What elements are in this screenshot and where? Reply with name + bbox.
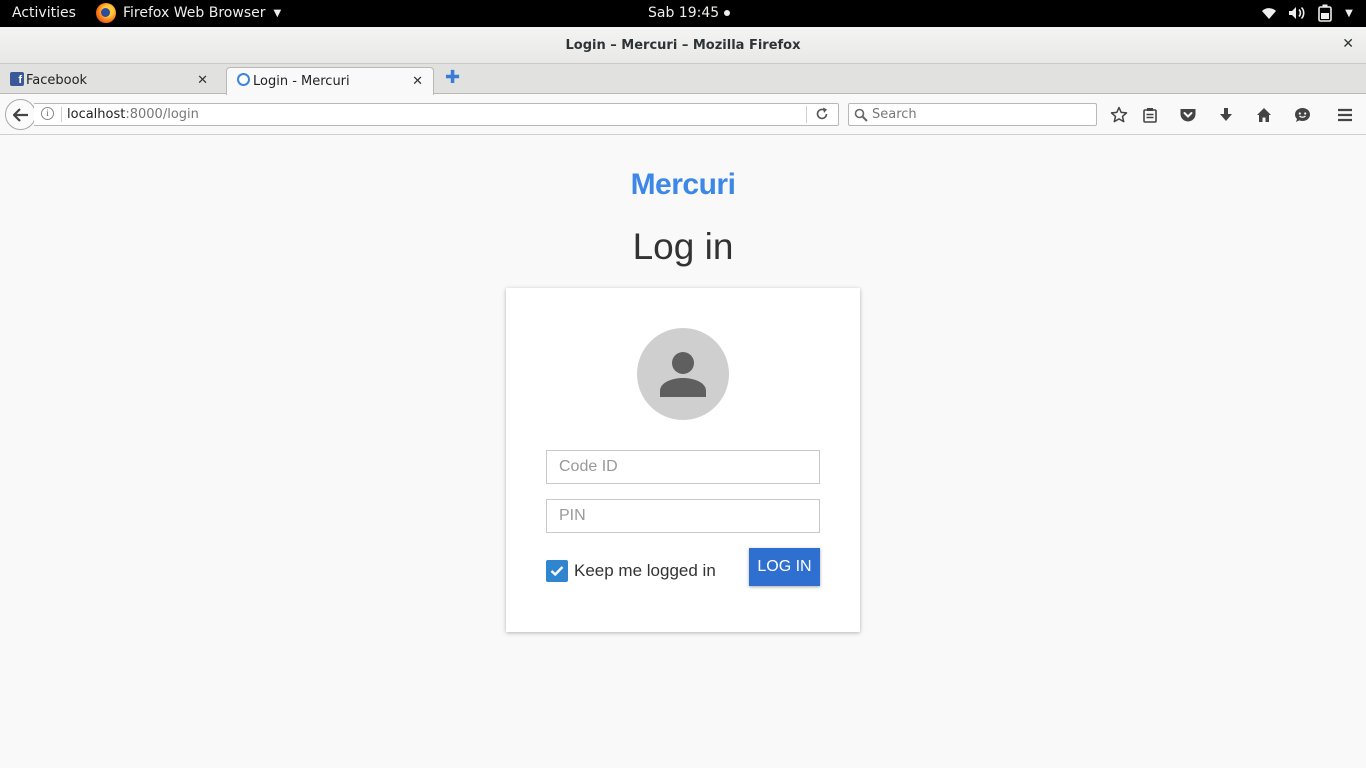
keep-logged-in-label: Keep me logged in bbox=[574, 561, 716, 580]
clock[interactable]: Sab 19:45 bbox=[648, 5, 731, 21]
back-button[interactable] bbox=[5, 99, 36, 130]
keep-logged-in-option[interactable]: Keep me logged in bbox=[546, 560, 716, 582]
bookmark-star-icon[interactable] bbox=[1109, 105, 1129, 125]
window-close-button[interactable]: ✕ bbox=[1342, 36, 1354, 52]
back-arrow-icon bbox=[12, 107, 28, 122]
window-title: Login – Mercuri – Mozilla Firefox bbox=[565, 38, 801, 53]
search-bar[interactable] bbox=[848, 103, 1097, 126]
battery-icon bbox=[1316, 3, 1334, 23]
url-host: localhost bbox=[67, 107, 126, 122]
tab-label: Login - Mercuri bbox=[253, 74, 350, 89]
clock-label: Sab 19:45 bbox=[648, 5, 720, 21]
search-icon bbox=[854, 107, 868, 126]
tab-facebook[interactable]: f Facebook ✕ bbox=[0, 67, 208, 94]
reload-icon[interactable] bbox=[814, 106, 830, 126]
keep-logged-in-checkbox[interactable] bbox=[546, 560, 568, 582]
tab-label: Facebook bbox=[26, 73, 88, 88]
tab-login-mercuri[interactable]: Login - Mercuri ✕ bbox=[226, 67, 434, 95]
new-tab-button[interactable]: ✚ bbox=[445, 69, 460, 87]
pin-field[interactable] bbox=[546, 499, 820, 533]
loading-ring-icon bbox=[237, 73, 250, 86]
tab-close-icon[interactable]: ✕ bbox=[412, 74, 423, 89]
code-id-field[interactable] bbox=[546, 450, 820, 484]
divider bbox=[806, 106, 807, 123]
navigation-toolbar: i localhost:8000/login bbox=[0, 95, 1366, 135]
user-icon bbox=[660, 352, 706, 397]
facebook-icon: f bbox=[10, 72, 24, 86]
volume-icon bbox=[1288, 3, 1306, 23]
url-bar[interactable]: i localhost:8000/login bbox=[34, 103, 839, 126]
notification-dot-icon bbox=[724, 10, 731, 16]
caret-down-icon: ▼ bbox=[273, 7, 282, 19]
divider bbox=[61, 107, 62, 122]
url-path: :8000/login bbox=[125, 107, 199, 122]
downloads-icon[interactable] bbox=[1216, 105, 1236, 125]
caret-down-icon: ▼ bbox=[1345, 7, 1353, 19]
status-menu[interactable]: ▼ bbox=[1260, 3, 1354, 23]
avatar bbox=[637, 328, 729, 420]
search-input[interactable] bbox=[872, 106, 1087, 123]
hello-chat-icon[interactable] bbox=[1292, 105, 1312, 125]
firefox-logo-icon bbox=[96, 3, 116, 23]
tab-close-icon[interactable]: ✕ bbox=[197, 73, 208, 88]
activities-button[interactable]: Activities bbox=[12, 5, 76, 21]
page-title: Log in bbox=[632, 226, 734, 267]
home-icon[interactable] bbox=[1254, 105, 1274, 125]
brand-logo: Mercuri bbox=[630, 168, 736, 201]
hamburger-menu-icon[interactable] bbox=[1335, 105, 1355, 125]
url-text[interactable]: localhost:8000/login bbox=[67, 107, 199, 122]
checkmark-icon bbox=[550, 566, 564, 577]
pocket-icon[interactable] bbox=[1178, 105, 1198, 125]
app-menu-label: Firefox Web Browser bbox=[123, 5, 266, 21]
site-info-icon[interactable]: i bbox=[41, 107, 54, 120]
wifi-icon bbox=[1260, 3, 1278, 23]
system-top-bar: Activities Firefox Web Browser ▼ Sab 19:… bbox=[0, 0, 1366, 27]
login-card: Keep me logged in LOG IN bbox=[506, 288, 860, 632]
bookmarks-menu-icon[interactable] bbox=[1140, 105, 1160, 125]
app-menu[interactable]: Firefox Web Browser ▼ bbox=[96, 3, 281, 23]
login-button[interactable]: LOG IN bbox=[749, 548, 820, 586]
window-titlebar: Login – Mercuri – Mozilla Firefox ✕ bbox=[0, 27, 1366, 64]
tab-strip: f Facebook ✕ Login - Mercuri ✕ ✚ bbox=[0, 64, 1366, 95]
